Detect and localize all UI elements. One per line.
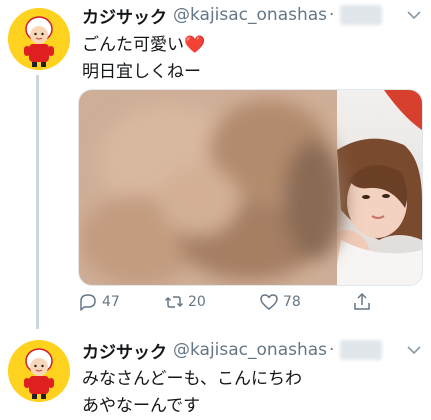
thread-line	[36, 75, 39, 329]
tweet-text-line: みなさんどーも、こんにちわ	[82, 369, 302, 389]
reply-icon	[80, 294, 96, 311]
tweet-actions: 47 20 78	[78, 292, 378, 316]
retweet-icon	[164, 296, 184, 308]
chevron-down-icon[interactable]	[407, 10, 421, 20]
avatar[interactable]	[8, 340, 70, 402]
display-name[interactable]: カジサック	[82, 3, 167, 28]
user-handle[interactable]: @kajisac_onashas	[173, 340, 327, 360]
reply-count: 47	[102, 294, 120, 310]
tweet-text-line: 明日宜しくねー	[82, 62, 201, 82]
separator-dot: ·	[329, 5, 335, 25]
avatar-character-icon	[8, 8, 70, 70]
timestamp-redacted	[340, 340, 383, 360]
user-handle[interactable]: @kajisac_onashas	[173, 5, 327, 25]
share-button[interactable]	[352, 292, 376, 312]
tweet-text: みなさんどーも、こんにちわ あやなーんです	[82, 366, 302, 420]
chevron-down-icon[interactable]	[407, 345, 421, 355]
tweet-header: カジサック @kajisac_onashas ·	[82, 3, 383, 28]
tweet-header: カジサック @kajisac_onashas ·	[82, 338, 383, 363]
tweet-text: ごんた可愛い❤️ 明日宜しくねー	[82, 32, 205, 86]
retweet-count: 20	[188, 294, 206, 310]
separator-dot: ·	[329, 340, 335, 360]
avatar[interactable]	[8, 8, 70, 70]
like-button[interactable]: 78	[259, 292, 301, 312]
tweet-text-line: あやなーんです	[82, 396, 201, 416]
photo-content	[79, 90, 422, 285]
timestamp-redacted	[340, 5, 383, 25]
tweet-text-line: ごんた可愛い❤️	[82, 35, 206, 55]
avatar-character-icon	[8, 340, 70, 402]
reply-button[interactable]: 47	[78, 292, 120, 312]
display-name[interactable]: カジサック	[82, 338, 167, 363]
retweet-button[interactable]: 20	[164, 292, 206, 312]
heart-icon	[260, 294, 278, 310]
tweet-media-image[interactable]	[78, 89, 423, 286]
share-icon	[354, 292, 370, 310]
like-count: 78	[283, 294, 301, 310]
